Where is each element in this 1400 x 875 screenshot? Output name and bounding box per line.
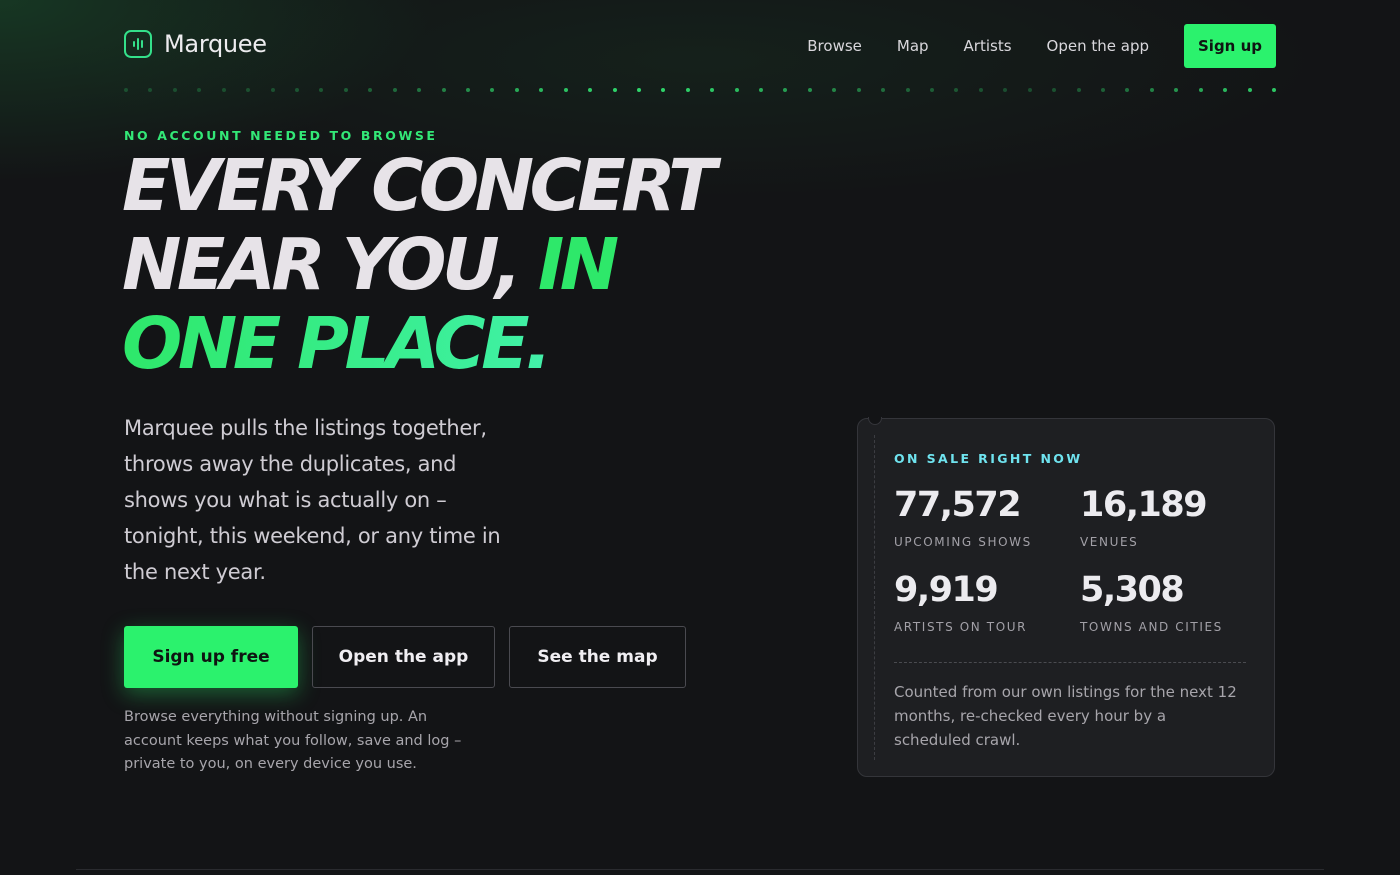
section-divider <box>76 869 1324 870</box>
landing-page: Marquee Browse Map Artists Open the app … <box>0 0 1400 875</box>
divider-dot <box>759 88 764 92</box>
divider-dot <box>783 88 788 92</box>
divider-dot <box>319 88 324 92</box>
divider-dot <box>392 88 397 92</box>
divider-dot <box>954 88 959 92</box>
equalizer-icon <box>124 30 152 58</box>
stat-label: VENUES <box>1080 535 1139 549</box>
divider-dot <box>710 88 715 92</box>
divider-dot <box>490 88 495 92</box>
divider-dot <box>1076 88 1081 92</box>
divider-dot <box>978 88 983 92</box>
headline-line-2: NEAR YOU, IN <box>122 225 822 304</box>
ticket-perforation <box>874 435 875 760</box>
divider-dot <box>368 88 373 92</box>
divider-dot <box>832 88 837 92</box>
stat-label: ARTISTS ON TOUR <box>894 620 1028 634</box>
headline-line-2-white: NEAR YOU, <box>122 223 538 306</box>
stat-label: TOWNS AND CITIES <box>1080 620 1223 634</box>
divider-dot <box>612 88 617 92</box>
divider-dot <box>270 88 275 92</box>
stats-divider <box>894 662 1246 663</box>
divider-dot <box>221 88 226 92</box>
stat-value: 9,919 <box>894 570 999 610</box>
divider-dot <box>1272 88 1276 92</box>
brand-name: Marquee <box>164 30 267 58</box>
hero-lede: Marquee pulls the listings together, thr… <box>124 416 501 584</box>
divider-dot <box>172 88 177 92</box>
divider-dot <box>1247 88 1252 92</box>
divider-dot <box>294 88 299 92</box>
divider-dot <box>1149 88 1154 92</box>
divider-dot <box>856 88 861 92</box>
divider-dot <box>514 88 519 92</box>
see-map-button[interactable]: See the map <box>509 626 686 688</box>
signup-free-button[interactable]: Sign up free <box>124 626 298 688</box>
divider-dot <box>441 88 446 92</box>
dotted-divider <box>124 86 1276 94</box>
divider-dot <box>1003 88 1008 92</box>
divider-dot <box>1125 88 1130 92</box>
divider-dot <box>1052 88 1057 92</box>
divider-dot <box>1198 88 1203 92</box>
divider-dot <box>124 88 128 92</box>
brand-logo[interactable]: Marquee <box>124 30 267 58</box>
stat-value: 77,572 <box>894 485 1022 525</box>
ticket-notch <box>868 417 882 425</box>
headline-line-2-green: IN <box>537 223 619 306</box>
divider-dot <box>343 88 348 92</box>
divider-dot <box>1101 88 1106 92</box>
nav-signup-button[interactable]: Sign up <box>1184 24 1276 68</box>
divider-dot <box>539 88 544 92</box>
divider-dot <box>1027 88 1032 92</box>
stat-towns-and-cities: 5,308 TOWNS AND CITIES <box>1080 570 1260 634</box>
divider-dot <box>807 88 812 92</box>
divider-dot <box>197 88 202 92</box>
divider-dot <box>661 88 666 92</box>
divider-dot <box>905 88 910 92</box>
divider-dot <box>465 88 470 92</box>
headline-line-1: EVERY CONCERT <box>122 144 717 227</box>
stats-card: ON SALE RIGHT NOW 77,572 UPCOMING SHOWS … <box>857 417 1275 777</box>
divider-dot <box>563 88 568 92</box>
stat-label: UPCOMING SHOWS <box>894 535 1032 549</box>
nav-map[interactable]: Map <box>897 37 929 55</box>
headline-line-3: ONE PLACE. <box>122 304 822 383</box>
divider-dot <box>636 88 641 92</box>
stats-note: Counted from our own listings for the ne… <box>894 683 1237 749</box>
stat-venues: 16,189 VENUES <box>1080 485 1260 549</box>
divider-dot <box>1174 88 1179 92</box>
main-nav: Browse Map Artists Open the app Sign up <box>807 24 1276 68</box>
divider-dot <box>246 88 251 92</box>
divider-dot <box>734 88 739 92</box>
divider-dot <box>930 88 935 92</box>
stats-eyebrow: ON SALE RIGHT NOW <box>894 451 1083 466</box>
stat-value: 5,308 <box>1080 570 1185 610</box>
stat-artists-on-tour: 9,919 ARTISTS ON TOUR <box>894 570 1074 634</box>
stat-upcoming-shows: 77,572 UPCOMING SHOWS <box>894 485 1074 549</box>
nav-browse[interactable]: Browse <box>807 37 862 55</box>
site-header: Marquee Browse Map Artists Open the app … <box>124 24 1276 68</box>
divider-dot <box>148 88 153 92</box>
divider-dot <box>881 88 886 92</box>
divider-dot <box>417 88 422 92</box>
divider-dot <box>1223 88 1228 92</box>
nav-open-app[interactable]: Open the app <box>1047 37 1149 55</box>
hero-headline: EVERY CONCERT NEAR YOU, IN ONE PLACE. <box>122 146 822 383</box>
nav-artists[interactable]: Artists <box>964 37 1012 55</box>
hero-cta-group: Sign up free Open the app See the map <box>124 626 700 688</box>
stat-value: 16,189 <box>1080 485 1208 525</box>
open-app-button[interactable]: Open the app <box>312 626 495 688</box>
divider-dot <box>588 88 593 92</box>
divider-dot <box>685 88 690 92</box>
hero-footnote: Browse everything without signing up. An… <box>124 709 462 772</box>
hero-eyebrow: NO ACCOUNT NEEDED TO BROWSE <box>124 128 438 143</box>
